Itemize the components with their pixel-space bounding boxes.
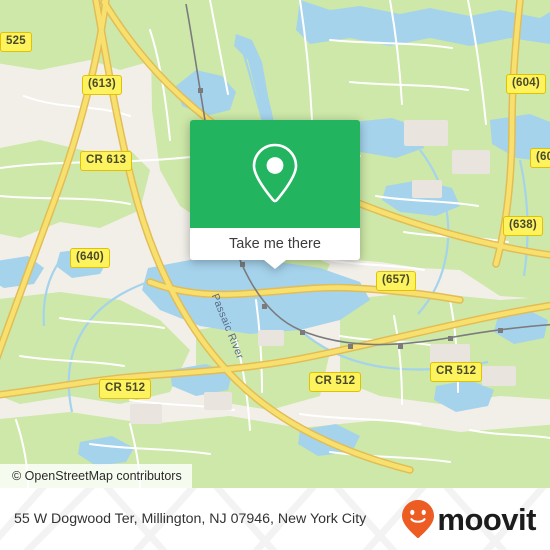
- road-shield: (613): [82, 75, 122, 95]
- take-me-there-callout[interactable]: Take me there: [190, 120, 360, 269]
- road-shield: CR 512: [430, 362, 483, 382]
- map-canvas[interactable]: 525 (613) (604) CR 613 (60 (638) (640) (657) CR …: [0, 0, 550, 488]
- road-shield: (604): [506, 74, 546, 94]
- road-shield: CR 512: [99, 379, 152, 399]
- address-label: 55 W Dogwood Ter, Millington, NJ 07946, …: [14, 511, 367, 527]
- moovit-logo[interactable]: moovit: [401, 499, 536, 539]
- road-shield: (640): [70, 248, 110, 268]
- road-shield: (638): [503, 216, 543, 236]
- map-screenshot: 525 (613) (604) CR 613 (60 (638) (640) (657) CR …: [0, 0, 550, 550]
- road-shield: CR 613: [80, 151, 133, 171]
- callout-tail-icon: [264, 260, 286, 269]
- road-shield: (60: [530, 148, 550, 168]
- map-pin-icon: [252, 143, 298, 203]
- road-shield: 525: [0, 32, 32, 52]
- road-shield: CR 512: [309, 372, 362, 392]
- footer-bar: 55 W Dogwood Ter, Millington, NJ 07946, …: [0, 488, 550, 550]
- moovit-wordmark: moovit: [437, 501, 536, 537]
- moovit-pin-smiley-icon: [402, 500, 435, 539]
- road-shield: (657): [376, 271, 416, 291]
- osm-attribution[interactable]: © OpenStreetMap contributors: [0, 464, 192, 488]
- callout-header: [190, 120, 360, 228]
- callout-footer[interactable]: Take me there: [190, 228, 360, 269]
- take-me-there-label: Take me there: [229, 236, 321, 252]
